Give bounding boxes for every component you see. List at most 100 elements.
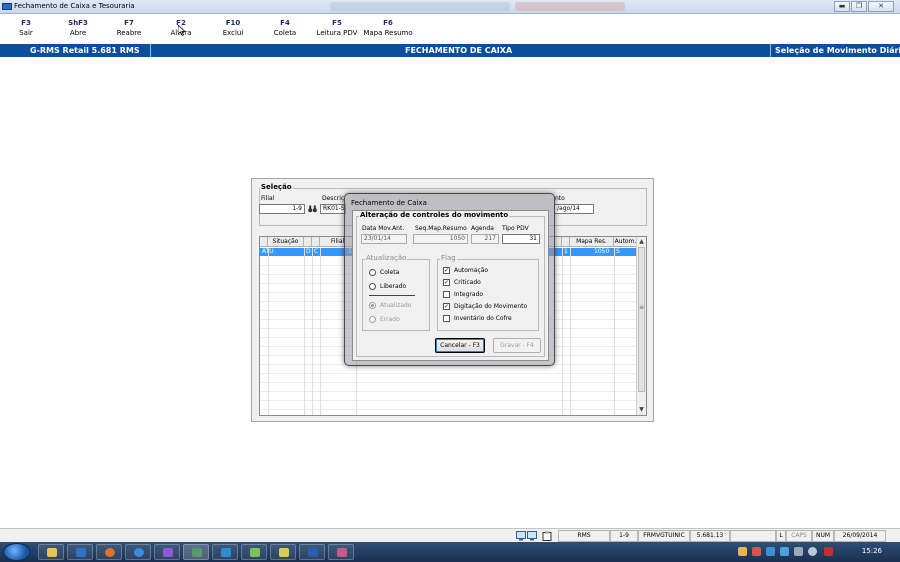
col-automacao[interactable]: Autom. xyxy=(614,237,638,247)
window-title-bar[interactable]: Fechamento de Caixa e Tesouraria ▬ ❐ ✕ xyxy=(0,0,900,14)
fkey-label: Leitura PDV xyxy=(316,29,358,37)
fkey-label: Reabre xyxy=(116,29,142,37)
checkbox-label: Criticado xyxy=(454,279,481,286)
utility-app-icon[interactable] xyxy=(241,544,267,560)
grid-column-line xyxy=(614,248,615,415)
fkey-label: Coleta xyxy=(273,29,297,37)
col-blank[interactable] xyxy=(562,237,570,247)
leitura-pdv-button[interactable]: F5 Leitura PDV xyxy=(311,19,363,37)
criticado-checkbox[interactable]: ✓ Criticado xyxy=(443,279,481,286)
status-bar: RMS 1-9 FRMVGTUINIC 5.681.13 L CAPS NUM … xyxy=(0,528,900,542)
tray-app-icon[interactable] xyxy=(766,547,775,556)
chrome-icon[interactable] xyxy=(125,544,151,560)
col-mapa-resumo[interactable]: Mapa Res. xyxy=(570,237,614,247)
col-c[interactable] xyxy=(312,237,320,247)
filial-input[interactable]: 1-9 xyxy=(259,204,305,214)
tipo-pdv-input[interactable]: 31 xyxy=(502,234,540,244)
grid-vertical-scrollbar[interactable]: ▲ ≡ ▼ xyxy=(636,237,646,415)
seq-map-label: Seq.Map.Resumo xyxy=(415,225,467,232)
col-d[interactable] xyxy=(304,237,312,247)
cancel-button[interactable]: Cancelar - F3 xyxy=(435,338,485,353)
binoculars-icon[interactable] xyxy=(308,205,317,213)
agenda-label: Agenda xyxy=(471,225,494,232)
mapa-resumo-button[interactable]: F6 Mapa Resumo xyxy=(362,19,414,37)
liberado-radio[interactable]: Liberado xyxy=(369,283,406,290)
cell-mapa-resumo: 1050 xyxy=(594,248,610,255)
descricao-input[interactable]: RK01-S xyxy=(320,204,346,214)
window-title: Fechamento de Caixa e Tesouraria xyxy=(14,2,135,10)
movimento-input[interactable]: /ago/14 xyxy=(554,204,594,214)
fkey-code: F3 xyxy=(21,19,31,27)
status-l: L xyxy=(776,530,786,542)
automacao-checkbox[interactable]: ✓ Automação xyxy=(443,267,488,274)
tray-outlook-icon[interactable] xyxy=(780,547,789,556)
digitacao-checkbox[interactable]: ✓ Digitação do Movimento xyxy=(443,303,527,310)
checkbox-label: Integrado xyxy=(454,291,484,298)
checkbox-label: Digitação do Movimento xyxy=(454,303,528,310)
radio-label: Errado xyxy=(380,316,400,323)
link-app-icon[interactable] xyxy=(154,544,180,560)
checkbox-label: Inventário do Cofre xyxy=(454,315,512,322)
rms-app-icon[interactable] xyxy=(183,544,209,560)
checkbox-label: Automação xyxy=(454,267,489,274)
word-icon[interactable] xyxy=(299,544,325,560)
grid-line xyxy=(260,373,638,374)
taskbar: 15:26 xyxy=(0,542,900,562)
status-caps: CAPS xyxy=(786,530,812,542)
tray-network-icon[interactable] xyxy=(794,547,803,556)
lync-icon[interactable] xyxy=(212,544,238,560)
paint-app-icon[interactable] xyxy=(270,544,296,560)
tray-alert-icon[interactable] xyxy=(824,547,833,556)
integrado-checkbox[interactable]: Integrado xyxy=(443,291,483,298)
status-program: FRMVGTUINIC xyxy=(638,530,690,542)
scroll-up-icon[interactable]: ▲ xyxy=(637,237,646,246)
app-icon xyxy=(2,3,12,10)
coleta-radio[interactable]: Coleta xyxy=(369,269,399,276)
status-filial: 1-9 xyxy=(610,530,638,542)
checkbox-check-icon xyxy=(443,291,450,298)
tray-antivirus-icon[interactable] xyxy=(752,547,761,556)
explorer-icon[interactable] xyxy=(38,544,64,560)
scroll-down-icon[interactable]: ▼ xyxy=(637,405,646,414)
seq-map-input[interactable]: 1050 xyxy=(413,234,468,244)
atualizado-radio[interactable]: Atualizado xyxy=(369,302,411,309)
checkbox-check-icon: ✓ xyxy=(443,267,450,274)
dialog-title: Fechamento de Caixa xyxy=(351,199,427,207)
grid-line xyxy=(260,391,638,392)
movimento-label: nto xyxy=(555,195,565,202)
start-button[interactable] xyxy=(3,543,31,561)
status-rms: RMS xyxy=(558,530,610,542)
window-controls: ▬ ❐ ✕ xyxy=(834,1,894,12)
fkey-code: F6 xyxy=(383,19,393,27)
tray-security-icon[interactable] xyxy=(738,547,747,556)
outlook-icon[interactable] xyxy=(67,544,93,560)
dialog-client: Alteração de controles do movimento Data… xyxy=(352,210,549,361)
exclui-button[interactable]: F10 Exclui xyxy=(207,19,259,37)
coleta-button[interactable]: F4 Coleta xyxy=(259,19,311,37)
data-mov-input[interactable]: 23/01/14 xyxy=(361,234,407,244)
tray-volume-icon[interactable] xyxy=(808,547,817,556)
fkey-code: F10 xyxy=(225,19,241,27)
cell-automacao: S xyxy=(616,248,620,255)
taskbar-clock[interactable]: 15:26 xyxy=(862,547,882,555)
col-situacao[interactable]: Situação xyxy=(268,237,304,247)
mouse-cursor-icon xyxy=(178,25,186,36)
inventario-checkbox[interactable]: Inventário do Cofre xyxy=(443,315,512,322)
tools-app-icon[interactable] xyxy=(328,544,354,560)
scroll-grip-icon: ≡ xyxy=(639,304,645,311)
restore-icon[interactable]: ❐ xyxy=(851,1,867,12)
sair-button[interactable]: F3 Sair xyxy=(0,19,52,37)
fkey-label: Sair xyxy=(19,29,33,37)
reabre-button[interactable]: F7 Reabre xyxy=(103,19,155,37)
grid-column-line xyxy=(320,248,321,415)
scroll-thumb[interactable] xyxy=(638,247,645,392)
data-mov-label: Data Mov.Ant. xyxy=(362,225,405,232)
flag-group-title: Flag xyxy=(440,254,457,262)
minimize-icon[interactable]: ▬ xyxy=(834,1,850,12)
agenda-input[interactable]: 217 xyxy=(471,234,499,244)
abre-button[interactable]: ShF3 Abre xyxy=(52,19,104,37)
errado-radio[interactable]: Errado xyxy=(369,316,400,323)
firefox-icon[interactable] xyxy=(96,544,122,560)
close-icon[interactable]: ✕ xyxy=(868,1,894,12)
save-button[interactable]: Gravar - F4 xyxy=(493,338,541,353)
